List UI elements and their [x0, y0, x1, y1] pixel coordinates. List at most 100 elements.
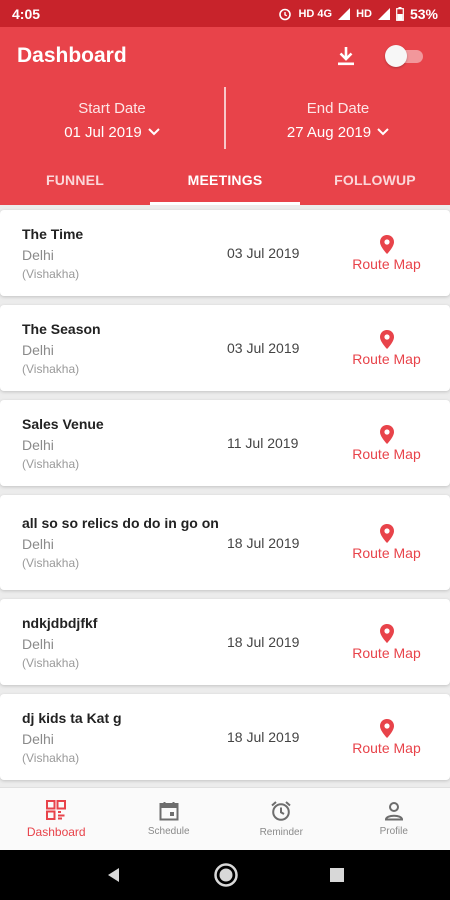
meetings-list[interactable]: The Time Delhi (Vishakha) 03 Jul 2019 Ro… — [0, 205, 450, 787]
end-date-value: 27 Aug 2019 — [286, 123, 372, 141]
meeting-info: The Time Delhi (Vishakha) — [22, 225, 222, 282]
app-root: 4:05 HD 4G HD 53% Dashboard Start Date 0… — [0, 0, 450, 900]
battery-percent: 53% — [409, 5, 438, 22]
meeting-person: (Vishakha) — [22, 361, 80, 376]
calendar-icon — [159, 802, 179, 821]
meeting-info: dj kids ta Kat g Delhi (Vishakha) — [22, 709, 222, 766]
route-map-label: Route Map — [352, 545, 421, 561]
start-date-selector[interactable]: Start Date 01 Jul 2019 — [0, 85, 224, 155]
network-type-label-2: HD — [356, 7, 372, 20]
title-row: Dashboard — [0, 27, 450, 85]
meeting-info: ndkjdbdjfkf Delhi (Vishakha) — [22, 614, 222, 671]
location-pin-icon — [379, 718, 394, 738]
location-pin-icon — [379, 424, 394, 444]
end-date-label: End Date — [306, 99, 370, 117]
chevron-down-icon — [148, 128, 160, 136]
meeting-date: 18 Jul 2019 — [227, 634, 300, 650]
bottom-navigation: Dashboard Schedule Reminder Profile — [0, 787, 450, 850]
person-icon — [384, 802, 403, 821]
end-date-selector[interactable]: End Date 27 Aug 2019 — [226, 85, 450, 155]
meeting-city: Delhi — [22, 341, 54, 358]
route-map-button[interactable]: Route Map — [345, 329, 428, 367]
nav-profile[interactable]: Profile — [338, 788, 450, 850]
nav-reminder-label: Reminder — [259, 827, 303, 838]
meeting-date: 18 Jul 2019 — [227, 534, 300, 551]
route-map-label: Route Map — [352, 445, 421, 462]
start-date-value-row: 01 Jul 2019 — [64, 124, 160, 141]
tab-meetings[interactable]: MEETINGS — [150, 155, 300, 205]
start-date-label: Start Date — [78, 99, 146, 117]
meeting-card[interactable]: dj kids ta Kat g Delhi (Vishakha) 18 Jul… — [0, 694, 450, 780]
meeting-card[interactable]: ndkjdbdjfkf Delhi (Vishakha) 18 Jul 2019… — [0, 599, 450, 685]
meeting-info: all so so relics do do in go on Delhi (V… — [22, 514, 222, 571]
nav-dashboard[interactable]: Dashboard — [0, 788, 113, 850]
meeting-name: Sales Venue — [22, 415, 104, 432]
mode-toggle[interactable] — [385, 45, 425, 67]
meeting-name: dj kids ta Kat g — [22, 709, 122, 726]
alarm-status-icon — [279, 8, 292, 20]
meeting-name: The Time — [22, 225, 84, 242]
meeting-info: The Season Delhi (Vishakha) — [22, 320, 222, 377]
meeting-person: (Vishakha) — [22, 655, 80, 670]
dashboard-icon — [46, 799, 67, 820]
nav-dashboard-label: Dashboard — [26, 824, 86, 839]
meeting-city: Delhi — [22, 635, 54, 652]
location-pin-icon — [379, 329, 394, 349]
meeting-card[interactable]: The Time Delhi (Vishakha) 03 Jul 2019 Ro… — [0, 210, 450, 296]
location-pin-icon — [379, 623, 394, 643]
download-button[interactable] — [329, 39, 363, 73]
meeting-card[interactable]: all so so relics do do in go on Delhi (V… — [0, 495, 450, 590]
toggle-thumb — [385, 45, 407, 67]
page-title: Dashboard — [17, 44, 127, 67]
meeting-date: 11 Jul 2019 — [227, 435, 299, 451]
tab-funnel[interactable]: FUNNEL — [0, 155, 150, 205]
network-type-label: HD 4G — [298, 7, 333, 20]
home-icon[interactable] — [213, 862, 239, 888]
meeting-info: Sales Venue Delhi (Vishakha) — [22, 415, 222, 472]
tab-bar: FUNNEL MEETINGS FOLLOWUP — [0, 155, 450, 205]
tab-followup[interactable]: FOLLOWUP — [300, 155, 450, 205]
meeting-date: 18 Jul 2019 — [227, 729, 300, 745]
meeting-city: Delhi — [22, 436, 54, 453]
route-map-label: Route Map — [352, 739, 421, 756]
meeting-person: (Vishakha) — [22, 266, 80, 281]
meeting-card[interactable]: The Season Delhi (Vishakha) 03 Jul 2019 … — [0, 305, 450, 391]
route-map-button[interactable]: Route Map — [345, 718, 428, 756]
meeting-name: all so so relics do do in go on — [22, 515, 219, 531]
download-icon — [338, 47, 354, 66]
nav-schedule-label: Schedule — [147, 826, 190, 837]
nav-profile-label: Profile — [379, 826, 408, 837]
route-map-button[interactable]: Route Map — [345, 234, 428, 272]
back-icon[interactable] — [105, 866, 123, 884]
route-map-button[interactable]: Route Map — [345, 424, 428, 462]
recents-icon[interactable] — [329, 867, 345, 883]
meeting-date: 03 Jul 2019 — [227, 245, 300, 261]
location-pin-icon — [379, 234, 394, 254]
meeting-name: The Season — [22, 320, 101, 337]
route-map-label: Route Map — [352, 644, 421, 661]
signal-icon-2 — [377, 7, 390, 20]
meeting-city: Delhi — [22, 730, 54, 747]
location-pin-icon — [379, 524, 394, 543]
signal-icon — [338, 7, 351, 20]
status-time: 4:05 — [12, 5, 41, 22]
end-date-value-row: 27 Aug 2019 — [287, 124, 389, 141]
status-bar: 4:05 HD 4G HD 53% — [0, 0, 450, 27]
alarm-clock-icon — [271, 801, 291, 821]
route-map-label: Route Map — [352, 350, 421, 367]
nav-reminder[interactable]: Reminder — [225, 788, 338, 850]
app-header: Dashboard Start Date 01 Jul 2019 End Dat… — [0, 27, 450, 205]
meeting-card[interactable]: Sales Venue Delhi (Vishakha) 11 Jul 2019… — [0, 400, 450, 486]
route-map-button[interactable]: Route Map — [345, 623, 428, 661]
route-map-button[interactable]: Route Map — [345, 524, 428, 561]
chevron-down-icon — [377, 128, 389, 136]
route-map-label: Route Map — [352, 255, 421, 272]
date-range: Start Date 01 Jul 2019 End Date 27 Aug 2… — [0, 85, 450, 155]
meeting-city: Delhi — [22, 536, 54, 552]
meeting-name: ndkjdbdjfkf — [22, 614, 98, 631]
meeting-person: (Vishakha) — [22, 750, 80, 765]
meeting-date: 03 Jul 2019 — [227, 340, 300, 356]
nav-schedule[interactable]: Schedule — [113, 788, 226, 850]
system-navigation-bar — [0, 850, 450, 900]
meeting-city: Delhi — [22, 246, 54, 263]
